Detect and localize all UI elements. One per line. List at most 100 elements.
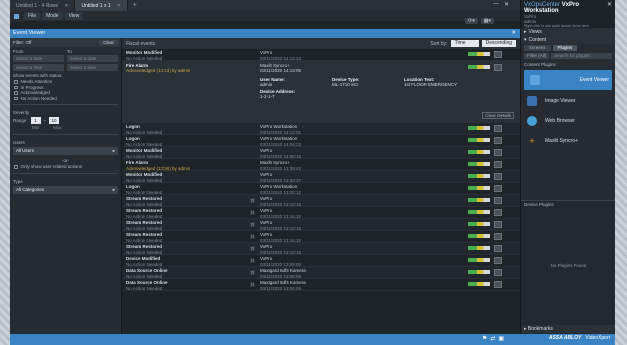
menu-file[interactable]: File [24,12,41,20]
close-icon[interactable]: ✕ [64,3,68,9]
status-checkbox[interactable]: No Action Needed [10,96,121,102]
event-row[interactable]: Monitor Modified No Action Needed VxPro 03… [122,49,520,61]
severity-bar [468,138,490,142]
event-thumbnail-icon[interactable] [494,64,502,71]
type-select[interactable]: All Categories ▸ [13,185,118,194]
or-label: -or- [62,158,69,163]
views-section[interactable]: ▸ Views [521,28,615,36]
tab-screens[interactable]: Screens [524,45,551,51]
minimize-icon[interactable]: — [493,1,499,8]
plugin-search-input[interactable]: Search for plugins [551,53,612,59]
event-row[interactable]: Stream Restored No Action Needed ⛓ VxPro 03/… [122,231,520,243]
tab-untitled-1x1[interactable]: Untitled 1 x 1 ✕ [75,0,128,11]
clear-details-button[interactable]: Clear Details [482,112,514,119]
run-icon[interactable]: ⚑ [482,335,487,342]
plugin-web-browser[interactable]: Web Browser [521,111,615,131]
tab-label: Untitled 1 x 1 [81,2,111,9]
event-row[interactable]: Logon No Action Needed VxPro Workstation 03… [122,123,520,135]
event-thumbnail-icon[interactable] [494,185,502,192]
event-row[interactable]: Data Source Online No Action Needed ⛓ Maxtg… [122,267,520,279]
from-label: From [13,49,24,54]
max-label: Max [53,125,62,130]
event-row[interactable]: Device Modified No Action Needed ⛓ VxPro 03/… [122,255,520,267]
severity-max-input[interactable]: 10 [49,117,60,124]
plugin-filter-select[interactable]: Filter (All) [524,53,550,59]
grid-icon[interactable]: ▦▾ [480,18,494,24]
link-icon[interactable]: ⇄ [490,335,495,342]
device-plugins-section: Device Plugins No Plugins Found [521,200,616,325]
from-date-input[interactable]: Select a date [13,55,64,62]
event-thumbnail-icon[interactable] [494,149,502,156]
event-row[interactable]: Stream Restored No Action Needed ⛓ VxPro 03/… [122,207,520,219]
tab-untitled-rows[interactable]: Untitled 1 - 4 Rows ✕ [10,0,76,11]
event-thumbnail-icon[interactable] [494,125,502,132]
event-row[interactable]: Fire Alarm Acknowledged (13:56) by admin M… [122,159,520,171]
event-thumbnail-icon[interactable] [494,161,502,168]
clear-filter-button[interactable]: Clear [99,40,118,45]
event-row[interactable]: Monitor Modified No Action Needed VxPro 03/… [122,147,520,159]
image-viewer-icon [527,96,537,106]
close-icon[interactable]: ✕ [607,1,612,8]
list-title: Fiscal events [126,40,156,47]
event-thumbnail-icon[interactable] [494,257,502,264]
plugin-event-viewer[interactable]: Event Viewer [524,70,612,90]
filter-panel: Filter: Off Clear From To Select a date Sel… [10,38,122,334]
from-time-input[interactable]: Select a time [13,64,64,71]
event-thumbnail-icon[interactable] [494,233,502,240]
sort-field-select[interactable]: Time [450,40,479,47]
event-thumbnail-icon[interactable] [494,51,502,58]
severity-min-input[interactable]: 1 [30,117,41,124]
severity-bar [468,162,490,166]
link-icon: ⛓ [250,222,256,227]
detail-user: User Name: admin [260,77,286,87]
event-thumbnail-icon[interactable] [494,197,502,204]
menu-view[interactable]: View [64,12,84,20]
users-select[interactable]: All Users ▸ [13,147,118,155]
app-icon [14,13,19,19]
detail-device-type: Device Type: ML-1710 SCI [332,77,360,87]
event-row[interactable]: Logon No Action Needed VxPro Workstation 03… [122,183,520,195]
to-time-input[interactable]: Select a time [67,64,118,71]
link-icon: ⛓ [250,210,256,215]
close-icon[interactable]: ✕ [117,3,121,9]
event-thumbnail-icon[interactable] [494,269,502,276]
event-row[interactable]: Stream Restored No Action Needed ⛓ VxPro 03/… [122,243,520,255]
window-controls: — ✕ [493,1,520,8]
event-row[interactable]: Stream Restored No Action Needed ⛓ VxPro 03/… [122,219,520,231]
sort-direction-select[interactable]: Descending [481,40,516,47]
only-mine-checkbox[interactable]: Only show user related actions [10,164,121,170]
event-row[interactable]: Logon No Action Needed VxPro Workstation 03… [122,135,520,147]
plugin-maxlit-syncro[interactable]: + Maxlit Syncro+ [521,131,615,151]
to-date-input[interactable]: Select a date [67,55,118,62]
link-icon: ⛓ [250,198,256,203]
event-thumbnail-icon[interactable] [494,209,502,216]
severity-range: Range: 1–10 [10,116,121,125]
close-window-icon[interactable]: ✕ [504,1,509,8]
link-icon: ⛓ [250,258,256,263]
event-row[interactable]: Monitor Modified No Action Needed VxPro 03/… [122,171,520,183]
add-tab-button[interactable]: + [128,0,142,11]
brand-title: VxOpsCenter VxPro Workstation [524,2,580,14]
event-thumbnail-icon[interactable] [494,173,502,180]
event-thumbnail-icon[interactable] [494,245,502,252]
product-name: VideoXpert [585,335,610,341]
screen-icon[interactable]: ▣ [498,335,504,342]
event-thumbnail-icon[interactable] [494,281,502,288]
quick-launch-hint: Right-click to add quick launch items he… [524,24,589,28]
event-row[interactable]: Stream Restored No Action Needed ⛓ VxPro 03/… [122,195,520,207]
plugin-image-viewer[interactable]: Image Viewer [521,91,615,111]
event-thumbnail-icon[interactable] [494,221,502,228]
content-section[interactable]: ▾ Content [521,36,615,44]
panel-title: Event Viewer [13,30,46,36]
event-row-expanded[interactable]: Fire Alarm Acknowledged (14:13) by admin … [122,61,520,123]
close-panel-icon[interactable]: ✕ [511,29,516,38]
plus-icon: + [529,136,535,146]
event-row[interactable]: Data Source Online No Action Needed ⛓ Maxtg… [122,279,520,291]
bookmarks-section[interactable]: ▸ Bookmarks [521,325,616,333]
tab-plugins[interactable]: Plugins [552,45,578,51]
desktop-right-edge [615,0,627,345]
filter-status: Filter: Off [13,40,32,45]
sync-icon[interactable]: ⟳▾ [465,18,478,24]
menu-mode[interactable]: Mode [42,12,63,20]
event-thumbnail-icon[interactable] [494,137,502,144]
